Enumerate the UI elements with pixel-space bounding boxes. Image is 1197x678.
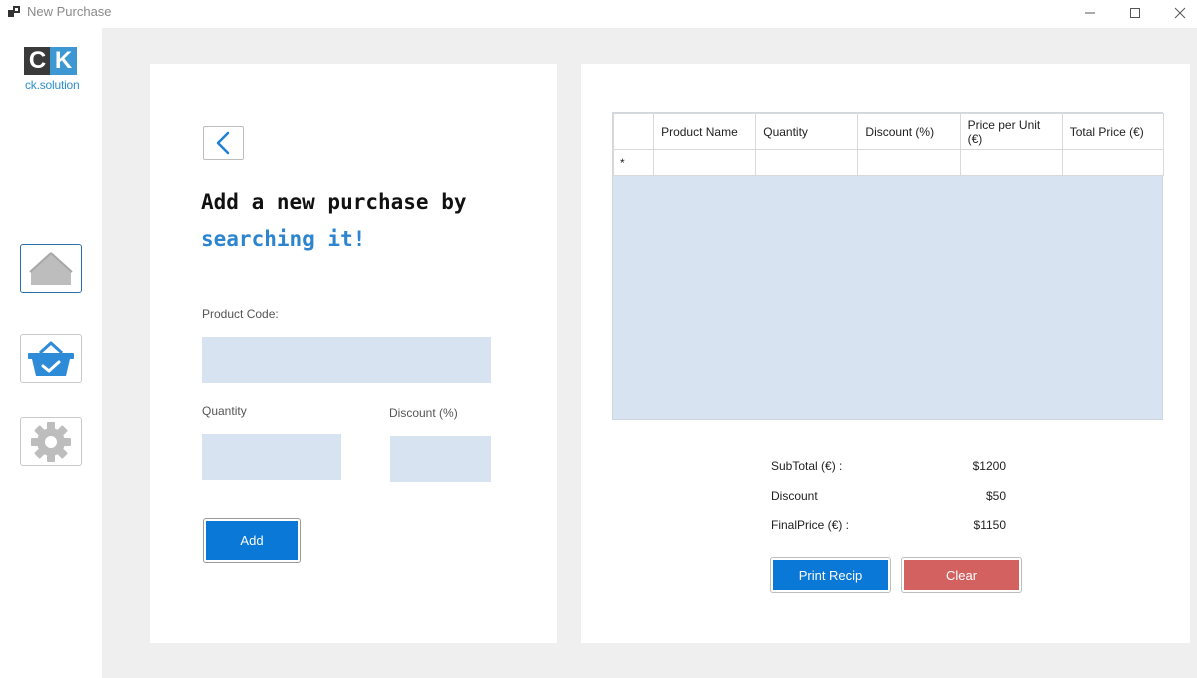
- new-row-marker: *: [612, 149, 655, 176]
- column-header[interactable]: Product Name: [653, 113, 757, 150]
- column-header[interactable]: Total Price (€): [1061, 113, 1165, 150]
- grid-cell[interactable]: [959, 149, 1063, 176]
- final-price-value: $1150: [973, 518, 1006, 532]
- row-header-corner: [612, 113, 655, 150]
- logo-c: C: [24, 47, 51, 75]
- column-header[interactable]: Discount (%): [857, 113, 961, 150]
- sidebar-item-settings[interactable]: [20, 417, 82, 466]
- subtotal-value: $1200: [972, 459, 1006, 473]
- product-code-input[interactable]: [202, 337, 491, 383]
- subtotal-label: SubTotal (€) :: [771, 459, 843, 473]
- add-button-label: Add: [206, 521, 298, 560]
- grid-cell[interactable]: [1061, 149, 1165, 176]
- add-button[interactable]: Add: [203, 518, 301, 563]
- logo: C K ck.solution: [24, 47, 80, 93]
- maximize-icon: [1130, 8, 1140, 18]
- title-bar: New Purchase: [0, 0, 1197, 26]
- sidebar-item-purchase[interactable]: [20, 334, 82, 383]
- purchase-grid[interactable]: Product Name Quantity Discount (%) Price…: [612, 112, 1165, 420]
- final-price-label: FinalPrice (€) :: [771, 518, 850, 532]
- maximize-button[interactable]: [1112, 0, 1158, 26]
- print-receipt-label: Print Recip: [773, 560, 888, 590]
- grid-header-row: Product Name Quantity Discount (%) Price…: [612, 113, 1165, 150]
- logo-text: ck.solution: [25, 78, 80, 92]
- product-code-label: Product Code:: [202, 307, 279, 321]
- grid-cell[interactable]: [857, 149, 961, 176]
- quantity-input[interactable]: [202, 434, 341, 480]
- minimize-button[interactable]: [1067, 0, 1113, 26]
- headline-line2: searching it!: [201, 227, 366, 251]
- column-header[interactable]: Quantity: [755, 113, 859, 150]
- minimize-icon: [1085, 12, 1095, 14]
- headline-line1: Add a new purchase by: [201, 190, 467, 214]
- close-button[interactable]: [1157, 0, 1197, 26]
- logo-k: K: [50, 47, 77, 75]
- discount-label: Discount (%): [389, 406, 458, 420]
- clear-label: Clear: [904, 560, 1019, 590]
- grid-cell[interactable]: [653, 149, 757, 176]
- back-button[interactable]: [203, 126, 244, 160]
- chevron-left-icon: [216, 131, 229, 155]
- discount-input[interactable]: [390, 436, 491, 482]
- discount-total-label: Discount: [771, 489, 818, 503]
- close-icon: [1174, 7, 1186, 19]
- basket-check-icon: [28, 341, 74, 376]
- sidebar-item-home[interactable]: [20, 244, 82, 293]
- quantity-label: Quantity: [202, 404, 247, 418]
- new-row[interactable]: *: [612, 149, 1165, 176]
- print-receipt-button[interactable]: Print Recip: [770, 557, 891, 593]
- home-icon: [29, 251, 73, 285]
- discount-total-value: $50: [985, 489, 1006, 503]
- grid-cell[interactable]: [755, 149, 859, 176]
- window-title: New Purchase: [27, 4, 112, 19]
- clear-button[interactable]: Clear: [901, 557, 1022, 593]
- column-header[interactable]: Price per Unit (€): [959, 113, 1063, 150]
- app-icon: [8, 6, 20, 17]
- page-title: Add a new purchase by searching it!: [201, 184, 467, 258]
- gear-icon: [31, 421, 71, 462]
